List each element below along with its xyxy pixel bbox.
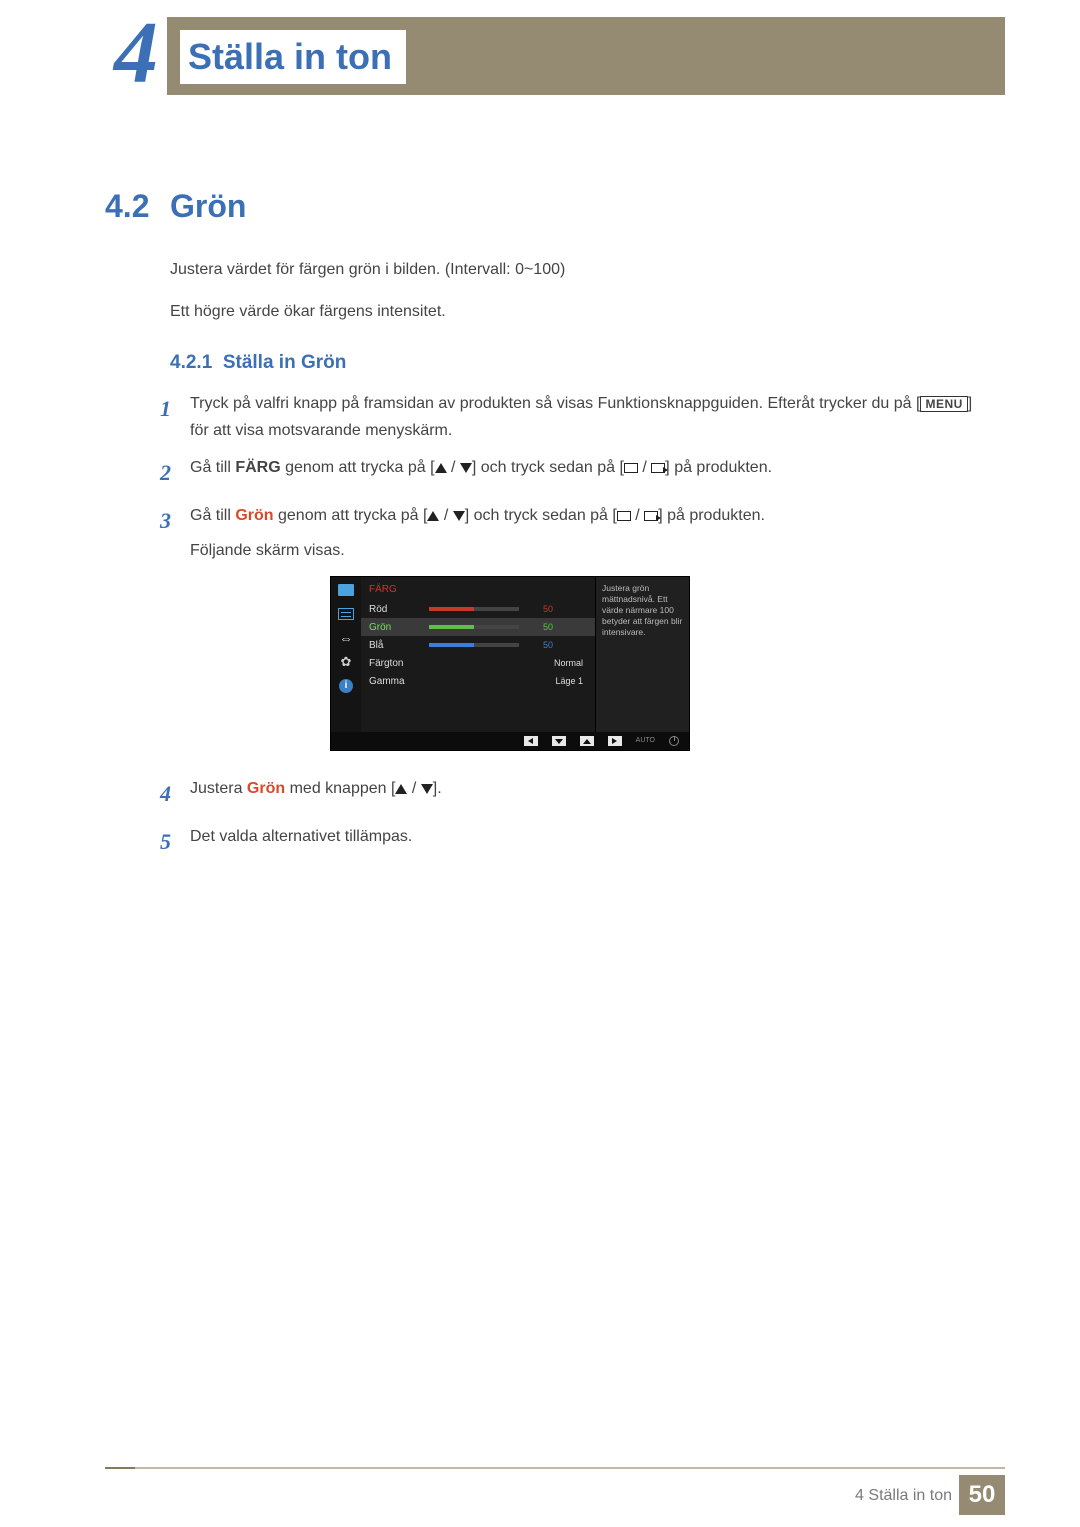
- osd-help-panel: Justera grön mättnadsnivå. Ett värde när…: [595, 577, 689, 732]
- page-number: 50: [959, 1475, 1005, 1515]
- intro-p2: Ett högre värde ökar färgens intensitet.: [170, 300, 990, 324]
- osd-row-green: Grön 50: [361, 618, 595, 636]
- nav-up-icon: [580, 736, 594, 746]
- section-title: Grön: [170, 188, 246, 225]
- chapter-badge: 4: [105, 0, 167, 114]
- osd-title: FÄRG: [361, 577, 595, 600]
- nav-power-icon: [669, 736, 679, 746]
- section-number: 4.2: [105, 188, 149, 225]
- step-3: 3 Gå till Grön genom att trycka på [ / ]…: [160, 502, 990, 765]
- nav-down-icon: [552, 736, 566, 746]
- step-2: 2 Gå till FÄRG genom att trycka på [ / ]…: [160, 454, 990, 491]
- menu-button-label: MENU: [920, 396, 967, 412]
- red-bar-fill: [429, 607, 474, 611]
- intro-p1: Justera värdet för färgen grön i bilden.…: [170, 258, 990, 282]
- green-bar-fill: [429, 625, 474, 629]
- step-4: 4 Justera Grön med knappen [ / ].: [160, 775, 990, 812]
- step-5: 5 Det valda alternativet tillämpas.: [160, 823, 990, 860]
- down-arrow-icon: [421, 784, 433, 794]
- info-icon: i: [337, 679, 355, 693]
- osd-nav-bar: AUTO: [331, 732, 689, 750]
- osd-row-red: Röd 50: [361, 600, 595, 618]
- nav-right-icon: [608, 736, 622, 746]
- steps-list: 1 Tryck på valfri knapp på framsidan av …: [160, 390, 990, 870]
- settings-icon: ✿: [337, 655, 355, 669]
- blue-bar-fill: [429, 643, 474, 647]
- chapter-title: Ställa in ton: [180, 30, 406, 84]
- subsection-heading: 4.2.1 Ställa in Grön: [170, 352, 346, 374]
- osd-row-tone: Färgton Normal: [361, 654, 595, 672]
- monitor-icon: [337, 583, 355, 597]
- step-1: 1 Tryck på valfri knapp på framsidan av …: [160, 390, 990, 444]
- osd-screenshot: ⇔ ✿ i FÄRG Röd 50 Grön: [330, 576, 690, 751]
- footer-accent: [105, 1467, 135, 1469]
- source-icon: [617, 511, 631, 521]
- nav-auto-label: AUTO: [636, 736, 655, 746]
- osd-main-panel: FÄRG Röd 50 Grön 50: [361, 577, 595, 732]
- picture-icon: [337, 607, 355, 621]
- source-icon: [624, 463, 638, 473]
- up-arrow-icon: [427, 511, 439, 521]
- footer-chapter-label: 4 Ställa in ton: [855, 1487, 952, 1505]
- up-arrow-icon: [435, 463, 447, 473]
- footer-divider: [105, 1467, 1005, 1469]
- enter-icon: [651, 463, 665, 473]
- down-arrow-icon: [460, 463, 472, 473]
- chapter-number: 4: [105, 0, 167, 108]
- up-arrow-icon: [395, 784, 407, 794]
- osd-sidebar-icons: ⇔ ✿ i: [331, 577, 361, 732]
- enter-icon: [644, 511, 658, 521]
- intro-block: Justera värdet för färgen grön i bilden.…: [170, 258, 990, 342]
- osd-row-blue: Blå 50: [361, 636, 595, 654]
- nav-left-icon: [524, 736, 538, 746]
- osd-row-gamma: Gamma Läge 1: [361, 672, 595, 690]
- down-arrow-icon: [453, 511, 465, 521]
- size-icon: ⇔: [337, 631, 355, 645]
